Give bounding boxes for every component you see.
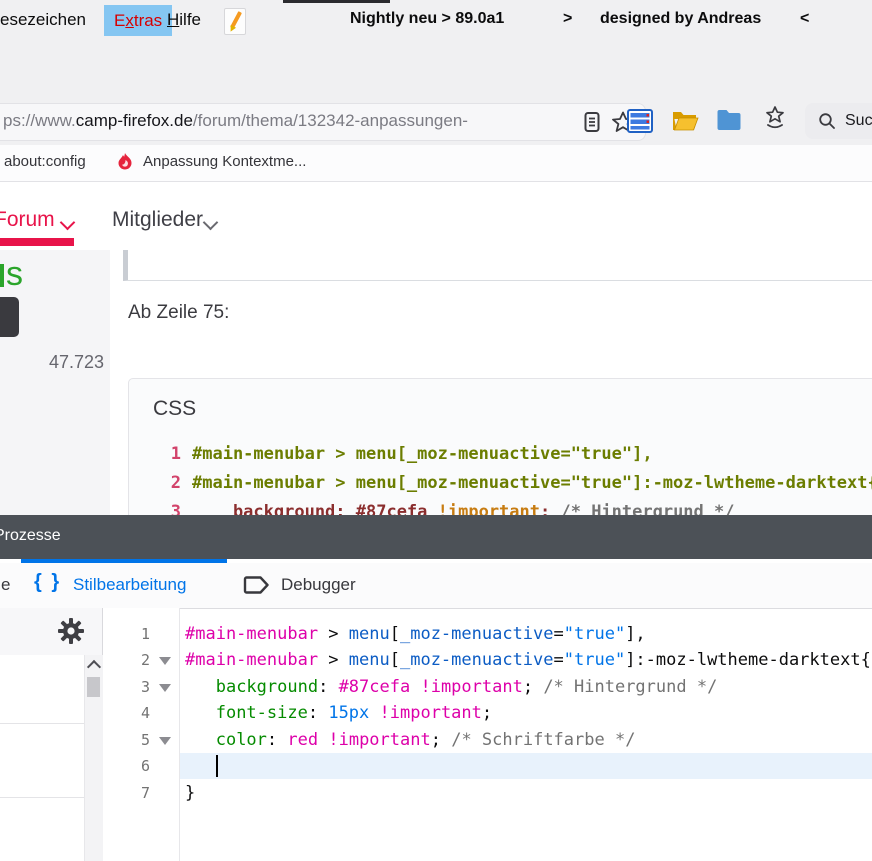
tab-debugger[interactable]: Debugger (281, 575, 356, 595)
reader-mode-icon[interactable] (584, 112, 600, 132)
debugger-tag-icon (243, 575, 271, 595)
gutter-row: 3 (103, 674, 178, 701)
editor-gutter: 1 2 3 4 5 6 7 (103, 608, 180, 861)
sidebar-text-clipped-stroke (0, 264, 4, 287)
star-tray-icon[interactable] (763, 105, 787, 133)
scroll-up-icon[interactable] (87, 660, 101, 674)
devtools-panel: Prozesse e { } Stilbearbeitung Debugger (0, 515, 872, 861)
gutter-row: 5 (103, 727, 178, 754)
screen: esezeichen Extras Hilfe Nightly neu > 89… (0, 0, 872, 861)
search-field[interactable]: Suchen (805, 103, 872, 139)
article-lead: Ab Zeile 75: (128, 302, 229, 324)
bookmark-about-config[interactable]: about:config (4, 153, 86, 170)
editor-line[interactable]: } (180, 780, 872, 806)
site-tab-forum[interactable]: Forum (0, 208, 55, 232)
editor-line[interactable]: #main-menubar > menu[_moz-menuactive="tr… (180, 647, 872, 673)
search-text: Suchen (845, 112, 872, 130)
fold-marker-icon[interactable] (159, 657, 171, 665)
menu-bookmarks[interactable]: esezeichen (0, 10, 86, 30)
tab-fragment[interactable]: e (1, 575, 10, 595)
editor-code-area[interactable]: #main-menubar > menu[_moz-menuactive="tr… (180, 608, 872, 861)
gutter-row: 4 (103, 700, 178, 727)
editor-line[interactable]: font-size: 15px !important; (180, 700, 872, 726)
style-editor-toolbar (0, 608, 103, 656)
editor-line[interactable]: color: red !important; /* Schriftfarbe *… (180, 727, 872, 753)
devtools-tabbar: e { } Stilbearbeitung Debugger (0, 563, 872, 609)
article-code-block: CSS 1#main-menubar > menu[_moz-menuactiv… (128, 378, 872, 520)
devtools-window-title: Prozesse (0, 527, 61, 545)
open-folder-icon[interactable] (671, 108, 699, 133)
braces-icon: { } (34, 571, 61, 594)
window-title-theme: designed by Andreas (600, 10, 761, 28)
list-divider (0, 797, 84, 798)
pencil-note-icon[interactable] (224, 8, 246, 35)
url-bar[interactable]: ps://www.camp-firefox.de/forum/thema/132… (0, 103, 646, 141)
tile-windows-icon[interactable] (627, 109, 653, 133)
sidebar-dark-button[interactable] (0, 297, 19, 337)
bookmark-anpassung[interactable]: Anpassung Kontextme... (143, 153, 306, 170)
list-scrollbar[interactable] (84, 655, 103, 861)
gutter-row: 7 (103, 780, 178, 807)
gutter-row: 6 (103, 753, 178, 780)
editor-line[interactable]: background: #87cefa !important; /* Hinte… (180, 674, 872, 700)
url-fade (500, 104, 560, 138)
code-line: 2#main-menubar > menu[_moz-menuactive="t… (129, 469, 872, 498)
menu-extras[interactable]: Extras (104, 5, 172, 36)
editor-line[interactable]: #main-menubar > menu[_moz-menuactive="tr… (180, 621, 872, 647)
fold-marker-icon[interactable] (159, 737, 171, 745)
active-tab-underline (0, 238, 74, 246)
flame-icon[interactable] (115, 152, 135, 172)
devtools-header[interactable]: Prozesse (0, 515, 872, 559)
gutter-row: 1 (103, 621, 178, 648)
gutter-row: 2 (103, 647, 178, 674)
sidebar-text-fragment: s (6, 255, 23, 294)
fold-marker-icon[interactable] (159, 684, 171, 692)
code-line: 1#main-menubar > menu[_moz-menuactive="t… (129, 440, 872, 469)
tab-style-editor[interactable]: Stilbearbeitung (73, 575, 186, 595)
search-icon (818, 112, 836, 130)
folder-icon[interactable] (716, 108, 742, 132)
code-block-title: CSS (153, 397, 196, 421)
title-separator: > (563, 10, 572, 28)
menu-hilfe[interactable]: Hilfe (167, 10, 201, 30)
site-tab-mitglieder[interactable]: Mitglieder (112, 208, 203, 232)
editor-active-line[interactable] (180, 753, 872, 779)
scrollbar-thumb[interactable] (87, 677, 100, 697)
gear-icon[interactable] (57, 617, 85, 645)
list-divider (0, 723, 84, 724)
sidebar-count: 47.723 (48, 352, 104, 373)
text-cursor (216, 755, 218, 777)
quote-box-bottom (123, 250, 872, 281)
title-arrow: < (800, 10, 809, 28)
window-title-version: Nightly neu > 89.0a1 (350, 10, 504, 28)
url-text[interactable]: ps://www.camp-firefox.de/forum/thema/132… (3, 111, 563, 131)
window-edge-strip (283, 0, 390, 3)
